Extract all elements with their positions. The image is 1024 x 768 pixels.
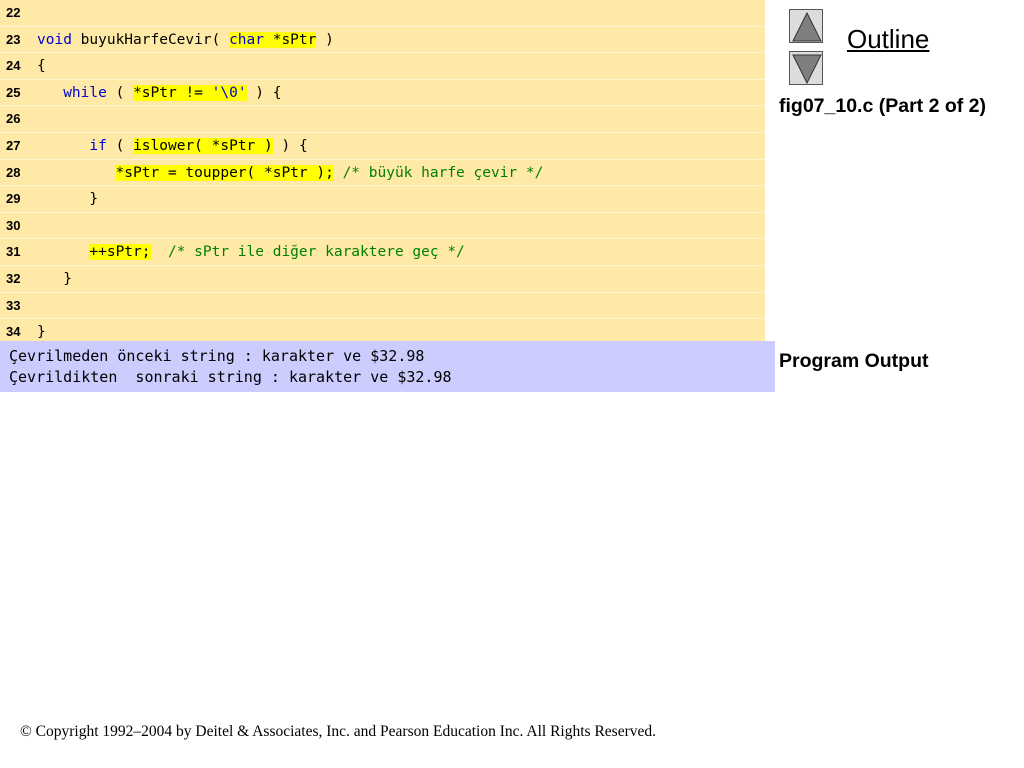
code-line: 22: [0, 0, 765, 27]
code-token: }: [37, 324, 46, 341]
code-text: if ( islower( *sPtr ) ) {: [37, 133, 308, 159]
code-line: 29 }: [0, 186, 765, 213]
output-line: Çevrildikten sonraki string : karakter v…: [9, 368, 452, 386]
code-line: 30: [0, 213, 765, 240]
output-line: Çevrilmeden önceki string : karakter ve …: [9, 347, 425, 365]
code-token: void: [37, 31, 72, 48]
line-number: 29: [6, 191, 21, 207]
line-number: 32: [6, 271, 21, 286]
code-token: *sPtr = toupper( *sPtr );: [115, 164, 334, 181]
code-text: {: [37, 53, 46, 79]
line-number: 30: [6, 217, 21, 233]
outline-link[interactable]: Outline: [847, 24, 929, 55]
code-line: 31 ++sPtr; /* sPtr ile diğer karaktere g…: [0, 239, 765, 266]
code-token: char: [229, 31, 264, 48]
code-line: 24 {: [0, 53, 765, 80]
code-text: void buyukHarfeCevir( char *sPtr ): [37, 27, 334, 53]
code-token: *sPtr: [263, 31, 317, 48]
code-token: if: [89, 138, 107, 154]
line-number: 22: [6, 5, 21, 20]
triangle-up-icon: [792, 11, 822, 42]
code-token: /* büyük harfe çevir */: [342, 164, 544, 181]
code-token: }: [37, 271, 72, 287]
code-text: *sPtr = toupper( *sPtr ); /* büyük harfe…: [37, 160, 543, 186]
line-number: 25: [6, 84, 21, 100]
code-text: ++sPtr; /* sPtr ile diğer karaktere geç …: [37, 239, 465, 265]
line-number: 26: [6, 111, 21, 127]
line-number: 24: [6, 58, 21, 74]
code-listing: 22 23 void buyukHarfeCevir( char *sPtr ) 24…: [0, 0, 765, 346]
code-line: 25 while ( *sPtr != '\0' ) {: [0, 80, 765, 107]
line-number: 33: [6, 297, 21, 313]
code-line: 23 void buyukHarfeCevir( char *sPtr ): [0, 27, 765, 54]
code-line: 32 }: [0, 266, 765, 293]
code-token: (: [106, 84, 134, 101]
code-token: ) {: [246, 84, 282, 101]
code-token: }: [37, 191, 99, 208]
code-token: ): [316, 31, 334, 48]
code-token: *sPtr !=: [133, 84, 212, 101]
previous-slide-button[interactable]: [789, 9, 823, 43]
code-token: '\0': [211, 84, 247, 101]
program-output-panel: Çevrilmeden önceki string : karakter ve …: [0, 341, 775, 392]
code-text: while ( *sPtr != '\0' ) {: [37, 80, 281, 106]
code-text: }: [37, 266, 72, 292]
triangle-down-icon: [792, 54, 822, 85]
code-token: {: [37, 58, 46, 75]
code-line: 27 if ( islower( *sPtr ) ) {: [0, 133, 765, 160]
program-output-label: Program Output: [779, 350, 929, 372]
code-text: }: [37, 186, 98, 212]
next-slide-button[interactable]: [789, 51, 823, 85]
code-token: islower( *sPtr ): [133, 138, 273, 154]
code-line: 28 *sPtr = toupper( *sPtr ); /* büyük ha…: [0, 160, 765, 187]
code-line: 26: [0, 106, 765, 133]
figure-title: fig07_10.c (Part 2 of 2): [779, 95, 986, 117]
copyright-notice: © Copyright 1992–2004 by Deitel & Associ…: [20, 723, 656, 740]
line-number: 28: [6, 164, 21, 180]
code-token: ) {: [272, 138, 308, 154]
line-number: 23: [6, 31, 21, 47]
code-token: /* sPtr ile diğer karaktere geç */: [167, 244, 465, 261]
line-number: 27: [6, 138, 21, 153]
code-token: (: [106, 138, 134, 154]
code-line: 33: [0, 293, 765, 320]
code-token: ++sPtr;: [89, 244, 151, 261]
code-token: while: [63, 84, 107, 101]
code-token: buyukHarfeCevir(: [71, 31, 230, 48]
line-number: 31: [6, 244, 21, 260]
